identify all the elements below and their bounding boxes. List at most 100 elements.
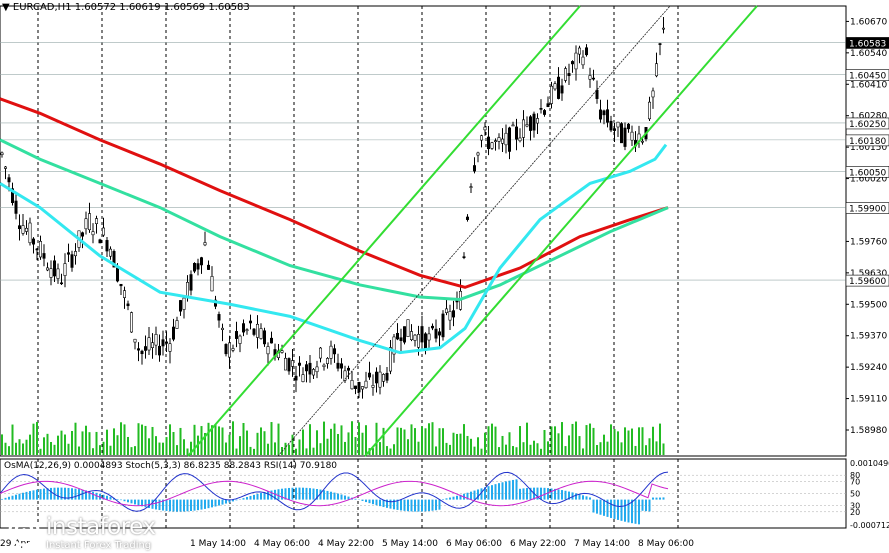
candle-body — [420, 326, 424, 343]
candle-body — [504, 132, 508, 146]
candle-body — [249, 320, 253, 324]
candle-body — [612, 128, 616, 131]
candle-body — [381, 374, 385, 382]
candle-body — [210, 276, 214, 292]
candle-body — [479, 135, 483, 141]
candle-body — [7, 177, 11, 183]
price-tick-label: 1.59110 — [850, 395, 887, 405]
candle-body — [493, 140, 497, 142]
time-label: 6 May 22:00 — [510, 539, 566, 549]
candle-body — [287, 358, 291, 372]
candle-body — [161, 339, 165, 347]
candle-body — [109, 248, 113, 257]
price-tick-label: 1.60540 — [850, 49, 887, 59]
time-label: 8 May 06:00 — [638, 539, 694, 549]
candle-body — [609, 120, 613, 131]
candle-body — [434, 328, 438, 339]
candle-body — [74, 251, 78, 257]
candle-body — [231, 348, 235, 351]
candle-body — [500, 138, 504, 144]
candle-body — [430, 325, 434, 329]
candle-body — [549, 85, 553, 104]
candle-body — [402, 326, 406, 343]
candle-body — [514, 126, 518, 140]
candle-body — [378, 371, 382, 388]
candle-body — [616, 121, 620, 128]
candle-body — [640, 140, 644, 143]
candle-body — [304, 364, 308, 372]
candle-body — [203, 242, 207, 246]
candle-body — [584, 47, 588, 56]
price-tick-label: 1.59500 — [850, 300, 887, 310]
stoch-readout: Stoch(5,3,3) 86.8235 88.2843 — [125, 461, 261, 471]
candle-body — [207, 264, 211, 270]
candle-body — [413, 334, 417, 341]
candle-body — [308, 362, 312, 375]
candle-body — [196, 263, 200, 270]
candle-body — [476, 152, 480, 156]
candle-body — [311, 369, 315, 376]
candle-body — [472, 165, 476, 172]
candle-body — [371, 385, 375, 388]
price-tick-label: 1.60670 — [850, 17, 887, 27]
price-tag-label: 1.60250 — [849, 120, 886, 130]
candle-body — [179, 300, 183, 312]
candle-body — [451, 310, 455, 318]
candle-body — [651, 90, 655, 98]
candle-body — [186, 282, 190, 298]
candle-body — [619, 123, 623, 144]
chart-menu-icon[interactable]: ▼ — [2, 2, 10, 13]
candle-body — [399, 337, 403, 341]
candle-body — [486, 136, 490, 150]
price-tick-label: 1.58980 — [850, 426, 887, 436]
price-tag-label: 1.59600 — [849, 277, 886, 287]
candle-body — [259, 328, 263, 339]
candle-body — [448, 311, 452, 321]
candle-body — [441, 313, 445, 338]
candle-body — [116, 267, 120, 282]
candle-body — [200, 257, 204, 266]
candle-body — [38, 241, 42, 258]
candle-body — [570, 61, 574, 65]
candle-body — [144, 346, 148, 351]
candle-body — [518, 137, 522, 142]
candle-body — [497, 137, 501, 142]
time-label: 1 May 14:00 — [190, 539, 246, 549]
candle-body — [318, 347, 322, 359]
candle-body — [556, 76, 560, 99]
candle-body — [280, 350, 284, 353]
candle-body — [175, 320, 179, 329]
candle-body — [532, 113, 536, 131]
candle-body — [102, 227, 106, 236]
rsi-readout: RSI(14) 70.9180 — [263, 461, 338, 471]
candle-body — [602, 110, 606, 116]
instaforex-logo-icon — [8, 515, 40, 547]
time-label: 5 May 14:00 — [382, 539, 438, 549]
candle-body — [553, 83, 557, 90]
candle-body — [290, 360, 294, 367]
candle-body — [406, 319, 410, 337]
candle-body — [235, 331, 239, 339]
candle-body — [224, 344, 228, 355]
candle-body — [56, 268, 60, 279]
candle-body — [45, 267, 49, 271]
candle-body — [357, 381, 361, 393]
candle-body — [598, 109, 602, 120]
candle-body — [294, 375, 298, 381]
candle-body — [626, 123, 630, 130]
price-tag-label: 1.60450 — [849, 72, 886, 82]
candle-body — [168, 343, 172, 352]
price-tag-label: 1.60180 — [849, 137, 886, 147]
candle-body — [140, 350, 144, 355]
candle-body — [17, 225, 21, 230]
candle-body — [245, 329, 249, 332]
candle-body — [182, 297, 186, 310]
candle-body — [70, 254, 74, 268]
price-tick-label: 1.59370 — [850, 332, 887, 342]
candle-body — [221, 327, 225, 330]
brand-tagline: Instant Forex Trading — [46, 540, 152, 551]
chart-window: 1.60670 1.60540 1.60410 1.60280 1.60150 1.600… — [0, 0, 889, 553]
candle-body — [539, 108, 543, 110]
candle-body — [119, 283, 123, 287]
candle-body — [297, 362, 301, 366]
